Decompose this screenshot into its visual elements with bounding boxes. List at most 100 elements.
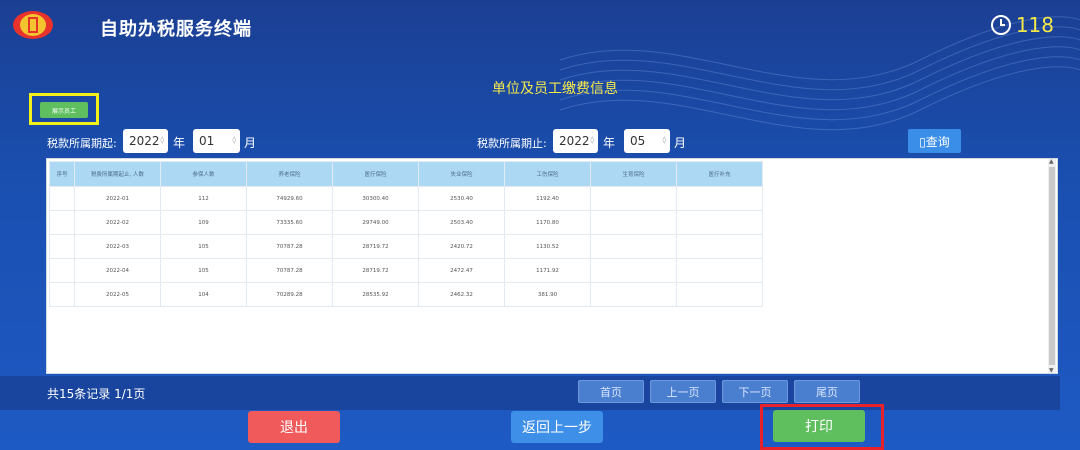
spinner-icon: ◊ [662,136,666,144]
spinner-icon: ◊ [590,136,594,144]
column-header: 工伤保险 [504,161,591,187]
table-row[interactable]: 2022-03 105 70787.28 28719.72 2420.72 11… [49,234,763,259]
start-month-value: 01 [199,134,215,148]
year-unit: 年 [173,136,186,150]
next-page-button[interactable]: 下一页 [722,380,788,403]
table-cell: 2462.32 [418,282,505,307]
table-row[interactable]: 2022-02 109 73335.60 29749.00 2503.40 11… [49,210,763,235]
year-unit: 年 [603,136,616,150]
start-year-select[interactable]: 2022 ◊ [123,129,168,153]
table-cell: 2022-02 [74,210,161,235]
table-cell: 70289.28 [246,282,333,307]
table-cell: 28719.72 [332,234,419,259]
column-header: 养老保险 [246,161,333,187]
column-header: 参保人数 [160,161,247,187]
exit-button[interactable]: 退出 [248,411,340,443]
table-row[interactable]: 2022-05 104 70289.28 28535.92 2462.32 38… [49,282,763,307]
end-month-select[interactable]: 05 ◊ [624,129,670,153]
scroll-down-icon[interactable]: ▼ [1049,367,1054,374]
table-cell: 70787.28 [246,234,333,259]
column-header: 失业保险 [418,161,505,187]
column-header: 医疗保险 [332,161,419,187]
table-cell [49,234,75,259]
table-cell: 109 [160,210,247,235]
last-page-button[interactable]: 尾页 [794,380,860,403]
end-year-select[interactable]: 2022 ◊ [553,129,598,153]
payment-table-panel: 序号 税费所属期起止, 人数 参保人数 养老保险 医疗保险 失业保险 工伤保险 … [46,158,1058,374]
table-scrollbar[interactable]: ▲ ▼ [1048,158,1056,374]
first-page-button[interactable]: 首页 [578,380,644,403]
table-cell [49,282,75,307]
clock-icon [990,15,1011,35]
back-button[interactable]: 返回上一步 [511,411,603,443]
start-month-select[interactable]: 01 ◊ [193,129,240,153]
show-employees-button[interactable]: 展示员工 [40,102,88,118]
spinner-icon: ◊ [160,136,164,144]
column-header: 生育保险 [590,161,677,187]
table-cell: 70787.28 [246,258,333,283]
pagination-bar [0,376,1060,410]
table-cell [49,258,75,283]
table-cell: 1171.92 [504,258,591,283]
table-row[interactable]: 2022-04 105 70787.28 28719.72 2472.47 11… [49,258,763,283]
table-cell [676,186,763,211]
table-cell: 2022-05 [74,282,161,307]
countdown-value: 118 [1015,13,1054,37]
table-cell [590,282,677,307]
table-cell: 112 [160,186,247,211]
table-cell [49,210,75,235]
table-cell: 381.90 [504,282,591,307]
table-cell [590,210,677,235]
table-row[interactable]: 2022-01 112 74929.60 30300.40 2530.40 11… [49,186,763,211]
table-cell: 2420.72 [418,234,505,259]
page-title: 单位及员工缴费信息 [492,81,618,97]
table-cell: 2530.40 [418,186,505,211]
end-month-value: 05 [630,134,646,148]
table-cell [676,210,763,235]
column-header: 医疗补充 [676,161,763,187]
search-icon: ▯ [919,134,926,149]
end-year-value: 2022 [559,134,590,148]
table-cell: 28535.92 [332,282,419,307]
table-cell: 29749.00 [332,210,419,235]
table-cell [676,258,763,283]
print-button[interactable]: 打印 [773,410,865,442]
table-cell: 2022-01 [74,186,161,211]
start-year-value: 2022 [129,134,160,148]
app-title: 自助办税服务终端 [100,19,252,40]
countdown-timer: 118 [990,13,1054,37]
table-cell: 1130.52 [504,234,591,259]
table-header-row: 序号 税费所属期起止, 人数 参保人数 养老保险 医疗保险 失业保险 工伤保险 … [49,161,763,187]
column-header: 税费所属期起止, 人数 [74,161,161,187]
table-cell: 74929.60 [246,186,333,211]
table-cell [590,186,677,211]
query-button[interactable]: ▯查询 [908,129,961,153]
table-cell [676,282,763,307]
start-period-label: 税款所属期起: [47,137,117,150]
table-cell: 105 [160,258,247,283]
table-cell [49,186,75,211]
table-cell: 2022-03 [74,234,161,259]
tax-emblem-logo [13,11,53,39]
column-header: 序号 [49,161,75,187]
end-period-label: 税款所属期止: [477,137,547,150]
table-cell: 2022-04 [74,258,161,283]
table-cell: 73335.60 [246,210,333,235]
table-cell: 28719.72 [332,258,419,283]
table-cell: 1170.80 [504,210,591,235]
table-cell: 2472.47 [418,258,505,283]
table-cell: 30300.40 [332,186,419,211]
record-count: 共15条记录 1/1页 [47,387,146,401]
month-unit: 月 [244,136,257,150]
spinner-icon: ◊ [232,136,236,144]
table-cell [590,258,677,283]
payment-table: 序号 税费所属期起止, 人数 参保人数 养老保险 医疗保险 失业保险 工伤保险 … [49,161,763,307]
scroll-up-icon[interactable]: ▲ [1049,158,1054,165]
table-cell [590,234,677,259]
table-cell [676,234,763,259]
prev-page-button[interactable]: 上一页 [650,380,716,403]
table-cell: 1192.40 [504,186,591,211]
month-unit: 月 [674,136,687,150]
scrollbar-thumb[interactable] [1049,167,1055,365]
table-cell: 105 [160,234,247,259]
